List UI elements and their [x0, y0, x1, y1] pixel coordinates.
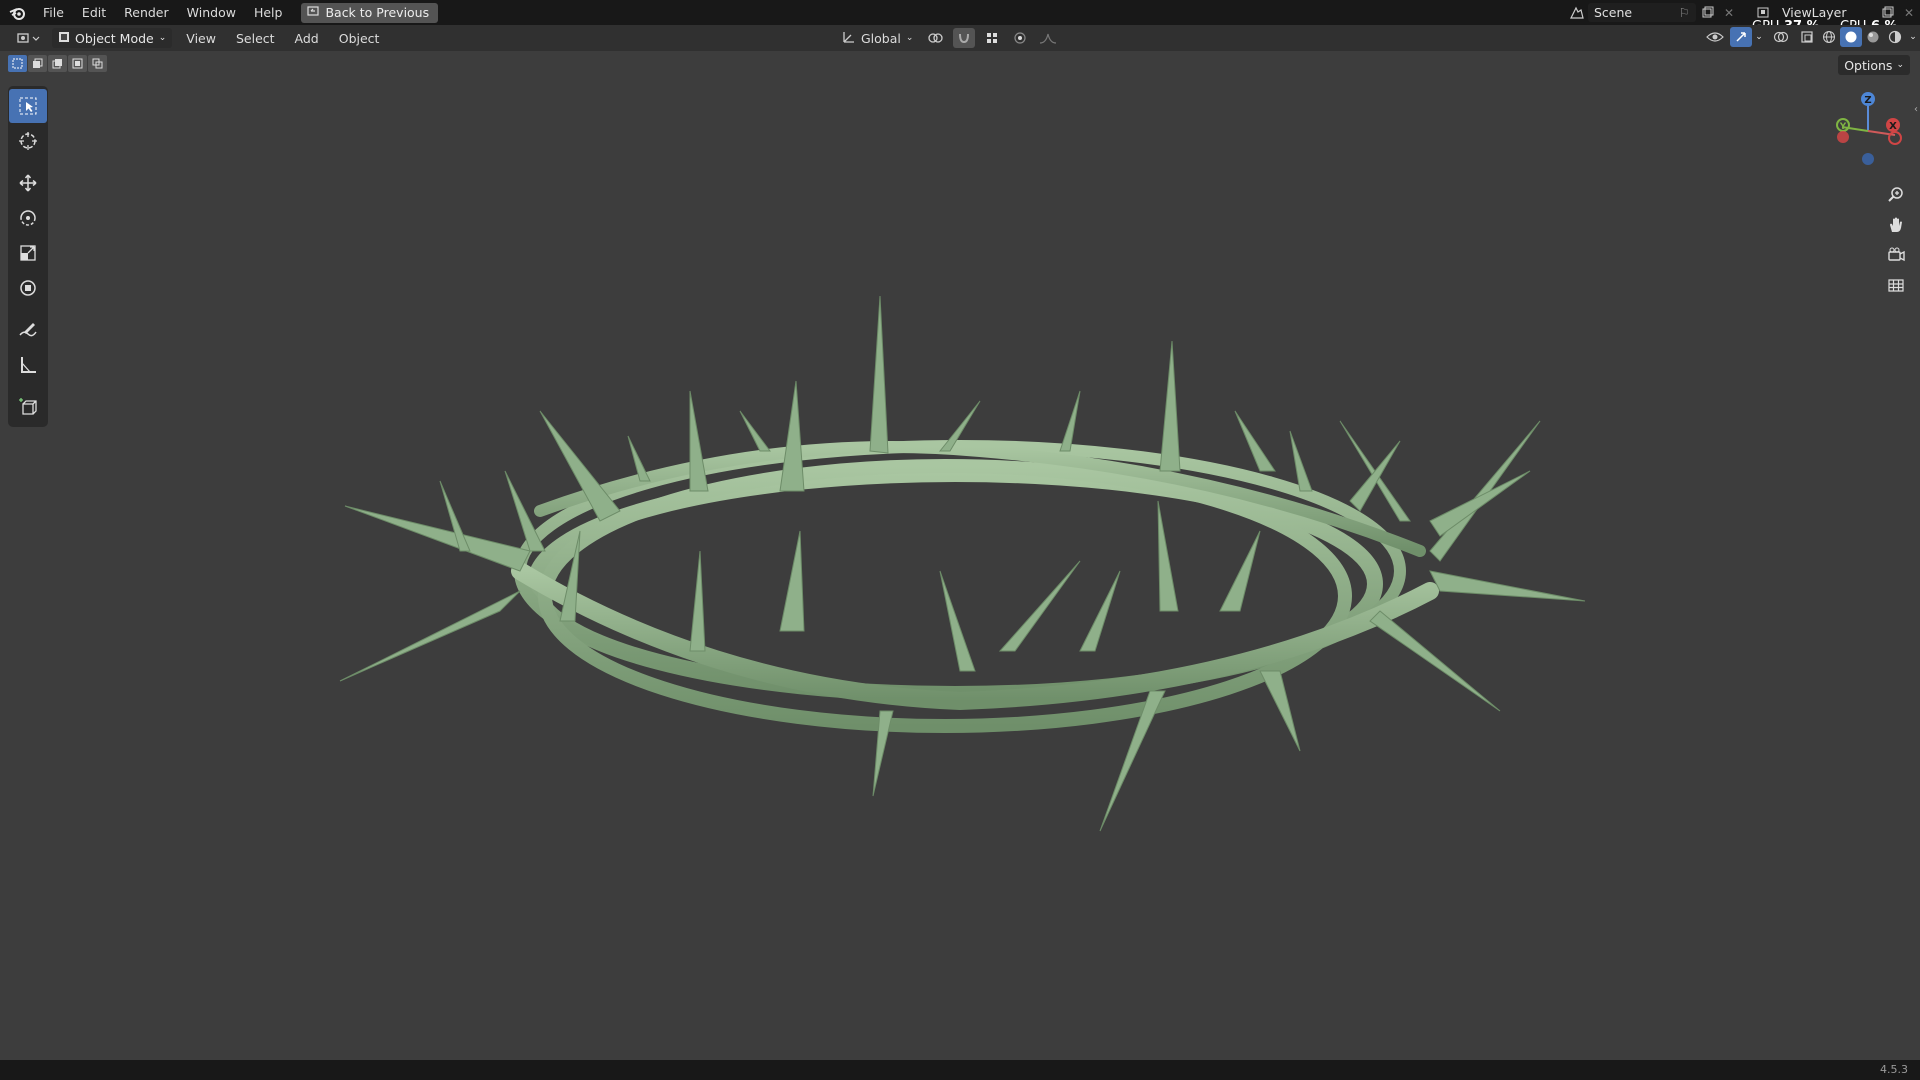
transform-orientation-dropdown[interactable]: Global ⌄ — [836, 27, 919, 49]
measure-icon[interactable] — [9, 348, 47, 382]
editor-type-icon[interactable] — [10, 27, 48, 49]
chevron-down-icon[interactable]: ⌄ — [1906, 27, 1920, 47]
select-extend-icon[interactable] — [28, 55, 47, 72]
neg-x-axis-handle[interactable] — [1888, 131, 1902, 145]
back-icon — [307, 5, 320, 20]
y-axis-label: Y — [1839, 122, 1847, 132]
delete-view-layer-icon[interactable]: ✕ — [1898, 3, 1920, 23]
chevron-down-icon: ⌄ — [158, 33, 167, 43]
material-shading-icon[interactable] — [1862, 27, 1884, 47]
new-scene-icon[interactable] — [1696, 3, 1718, 23]
menu-view[interactable]: View — [180, 27, 222, 49]
options-label: Options — [1844, 57, 1893, 73]
select-intersect-icon[interactable] — [88, 55, 107, 72]
menu-add[interactable]: Add — [289, 27, 325, 49]
menu-file[interactable]: File — [34, 0, 73, 25]
perspective-toggle-icon[interactable] — [1882, 271, 1910, 299]
menu-window[interactable]: Window — [178, 0, 245, 25]
3d-viewport[interactable]: Options ⌄ ‹ Z X Y — [0, 51, 1920, 1060]
orientation-icon — [842, 30, 856, 47]
delete-scene-icon[interactable]: ✕ — [1718, 3, 1740, 23]
top-bar: File Edit Render Window Help Back to Pre… — [0, 0, 1920, 25]
rotate-icon[interactable] — [9, 201, 47, 235]
status-bar: 4.5.3 — [0, 1060, 1920, 1080]
viewport-header: Object Mode ⌄ View Select Add Object Glo… — [0, 25, 1920, 51]
snap-target-icon[interactable] — [981, 28, 1003, 48]
menu-edit[interactable]: Edit — [73, 0, 115, 25]
menu-help[interactable]: Help — [245, 0, 292, 25]
view-layer-name: ViewLayer — [1782, 5, 1847, 20]
pivot-point-icon[interactable] — [925, 28, 947, 48]
transform-controls: Global ⌄ — [836, 27, 1059, 49]
navigation-gizmo[interactable]: Z X Y — [1830, 85, 1906, 169]
tool-shelf — [8, 86, 48, 427]
selection-mode-buttons — [8, 55, 107, 72]
menu-object[interactable]: Object — [333, 27, 386, 49]
transform-icon[interactable] — [9, 271, 47, 305]
camera-view-icon[interactable] — [1882, 241, 1910, 269]
select-box-icon[interactable] — [9, 89, 47, 123]
chevron-down-icon: ⌄ — [1896, 60, 1904, 70]
back-to-previous-button[interactable]: Back to Previous — [301, 2, 439, 23]
scene-name: Scene — [1594, 5, 1633, 20]
rendered-shading-icon[interactable] — [1884, 27, 1906, 47]
x-axis-label: X — [1889, 121, 1897, 132]
solid-shading-icon[interactable] — [1840, 27, 1862, 47]
crown-of-thorns-model[interactable] — [0, 51, 1920, 1060]
falloff-icon[interactable] — [1037, 28, 1059, 48]
visibility-icon[interactable] — [1700, 27, 1730, 47]
scene-field[interactable]: Scene ⚐ — [1588, 3, 1696, 22]
mode-label: Object Mode — [75, 30, 154, 46]
sidebar-toggle-icon[interactable]: ‹ — [1914, 104, 1918, 115]
proportional-edit-icon[interactable] — [1009, 28, 1031, 48]
add-cube-icon[interactable] — [9, 390, 47, 424]
wireframe-shading-icon[interactable] — [1818, 27, 1840, 47]
z-axis-label: Z — [1864, 95, 1871, 106]
back-to-previous-label: Back to Previous — [325, 5, 430, 20]
scale-icon[interactable] — [9, 236, 47, 270]
pan-hand-icon[interactable] — [1882, 211, 1910, 239]
version-label: 4.5.3 — [1880, 1063, 1908, 1076]
menu-render[interactable]: Render — [115, 0, 178, 25]
snap-icon[interactable] — [953, 28, 976, 48]
viewport-right-controls: ⌄ ⌄ — [1700, 27, 1920, 47]
select-subtract-icon[interactable] — [48, 55, 67, 72]
cursor-icon[interactable] — [9, 124, 47, 158]
pin-icon[interactable]: ⚐ — [1679, 5, 1690, 20]
annotate-icon[interactable] — [9, 313, 47, 347]
gizmo-toggle-icon[interactable] — [1730, 27, 1752, 47]
scene-browse-icon[interactable] — [1566, 3, 1588, 23]
select-invert-icon[interactable] — [68, 55, 87, 72]
mode-dropdown[interactable]: Object Mode ⌄ — [52, 28, 173, 48]
select-new-icon[interactable] — [8, 55, 27, 72]
overlays-icon[interactable] — [1766, 27, 1796, 47]
chevron-down-icon[interactable]: ⌄ — [1752, 27, 1766, 47]
chevron-down-icon: ⌄ — [905, 33, 914, 43]
neg-y-axis-handle[interactable] — [1837, 131, 1849, 143]
blender-logo-icon[interactable] — [0, 0, 34, 25]
menu-select[interactable]: Select — [230, 27, 281, 49]
options-dropdown[interactable]: Options ⌄ — [1838, 55, 1910, 75]
object-mode-icon — [58, 31, 70, 46]
move-icon[interactable] — [9, 166, 47, 200]
xray-icon[interactable] — [1796, 27, 1818, 47]
neg-z-axis-handle[interactable] — [1862, 153, 1874, 165]
orientation-label: Global — [861, 30, 901, 46]
zoom-icon[interactable] — [1882, 181, 1910, 209]
